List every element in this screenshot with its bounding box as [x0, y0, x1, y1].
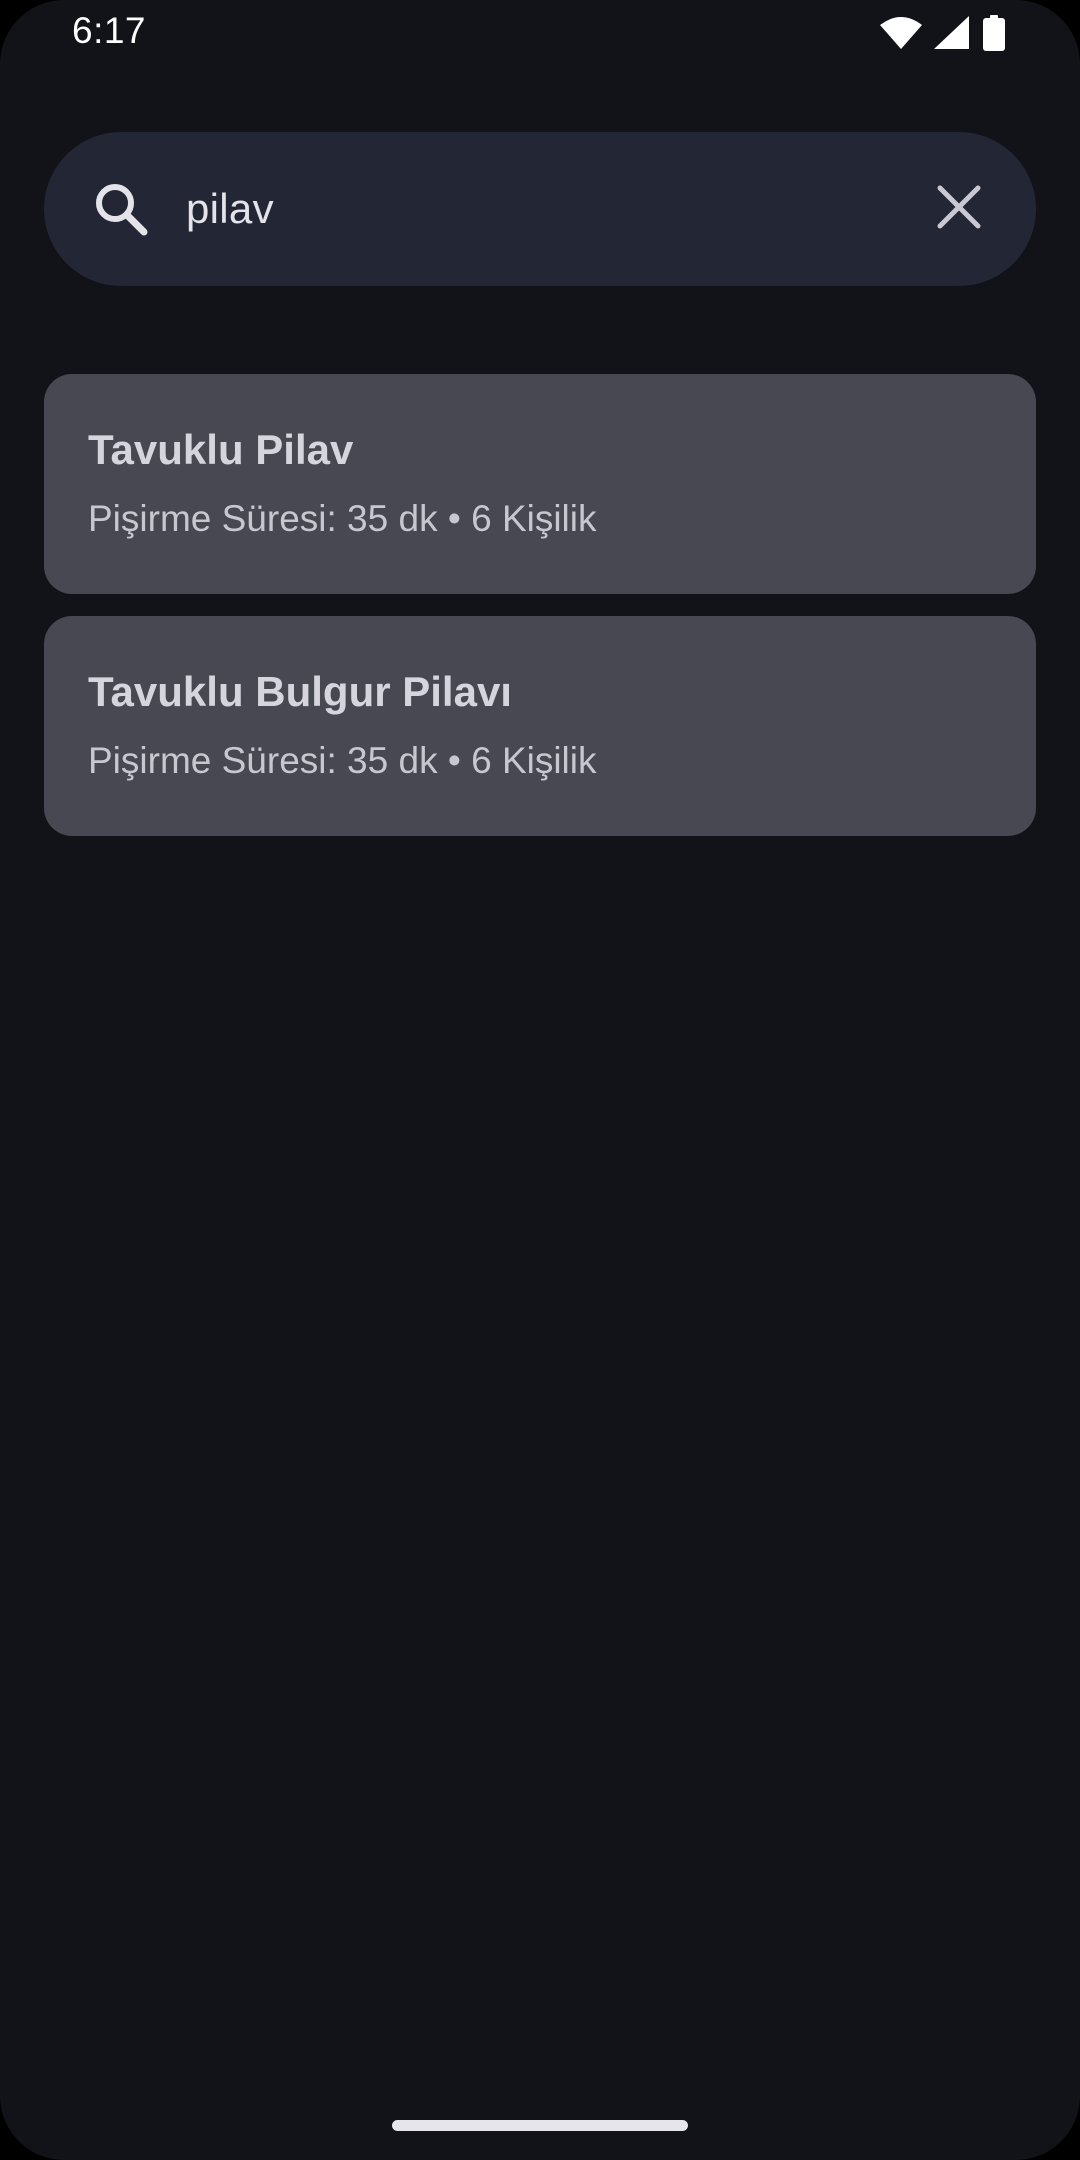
search-input[interactable] — [186, 178, 886, 240]
status-bar: 6:17 — [0, 0, 1080, 64]
close-icon — [937, 185, 981, 234]
status-icons — [880, 14, 1006, 52]
battery-icon — [982, 15, 1006, 51]
wifi-icon — [880, 16, 922, 50]
search-icon[interactable] — [92, 180, 150, 238]
cellular-signal-icon — [934, 16, 970, 50]
recipe-title: Tavuklu Bulgur Pilavı — [88, 668, 512, 715]
clear-search-button[interactable] — [924, 174, 994, 244]
home-indicator[interactable] — [392, 2120, 688, 2131]
recipe-meta: Pişirme Süresi: 35 dk • 6 Kişilik — [88, 498, 597, 539]
recipe-result-card[interactable]: Tavuklu Pilav Pişirme Süresi: 35 dk • 6 … — [44, 374, 1036, 594]
status-time: 6:17 — [72, 10, 147, 51]
recipe-title: Tavuklu Pilav — [88, 426, 354, 473]
recipe-result-card[interactable]: Tavuklu Bulgur Pilavı Pişirme Süresi: 35… — [44, 616, 1036, 836]
app-screen: 6:17 pilav Tavuklu Pilav Pişirme Süresi:… — [0, 0, 1080, 2160]
recipe-meta: Pişirme Süresi: 35 dk • 6 Kişilik — [88, 740, 597, 781]
